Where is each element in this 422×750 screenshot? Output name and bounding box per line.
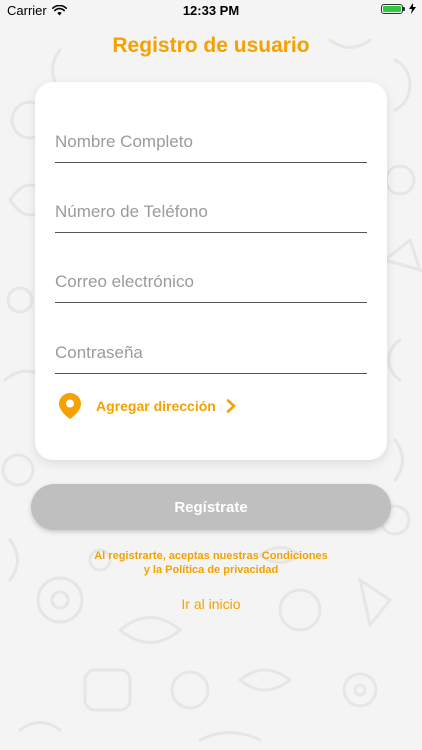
status-time: 12:33 PM bbox=[182, 3, 240, 18]
terms-notice[interactable]: Al registrarte, aceptas nuestras Condici… bbox=[0, 549, 422, 577]
add-address-label: Agregar dirección bbox=[96, 398, 216, 414]
registration-form-card: Agregar dirección bbox=[35, 82, 387, 460]
status-right bbox=[381, 3, 416, 14]
terms-line-2[interactable]: y la Política de privacidad bbox=[0, 563, 422, 577]
location-pin-icon bbox=[59, 393, 81, 419]
password-input[interactable] bbox=[55, 343, 367, 363]
phone-input[interactable] bbox=[55, 202, 367, 222]
phone-field bbox=[55, 186, 367, 233]
full-name-field bbox=[55, 116, 367, 163]
email-input[interactable] bbox=[55, 272, 367, 292]
battery-level bbox=[383, 5, 401, 12]
add-address-button[interactable]: Agregar dirección bbox=[59, 393, 236, 419]
battery-icon bbox=[381, 3, 405, 14]
password-field bbox=[55, 327, 367, 374]
email-field bbox=[55, 256, 367, 303]
go-home-link[interactable]: Ir al inicio bbox=[181, 596, 240, 612]
full-name-input[interactable] bbox=[55, 132, 367, 152]
charging-icon bbox=[409, 3, 416, 14]
go-home-link-container: Ir al inicio bbox=[0, 596, 422, 612]
terms-line-1[interactable]: Al registrarte, aceptas nuestras Condici… bbox=[0, 549, 422, 563]
register-button[interactable]: Regístrate bbox=[31, 484, 391, 530]
page-title: Registro de usuario bbox=[112, 34, 310, 57]
status-bar: Carrier 12:33 PM bbox=[0, 0, 422, 22]
chevron-right-icon bbox=[226, 399, 236, 413]
